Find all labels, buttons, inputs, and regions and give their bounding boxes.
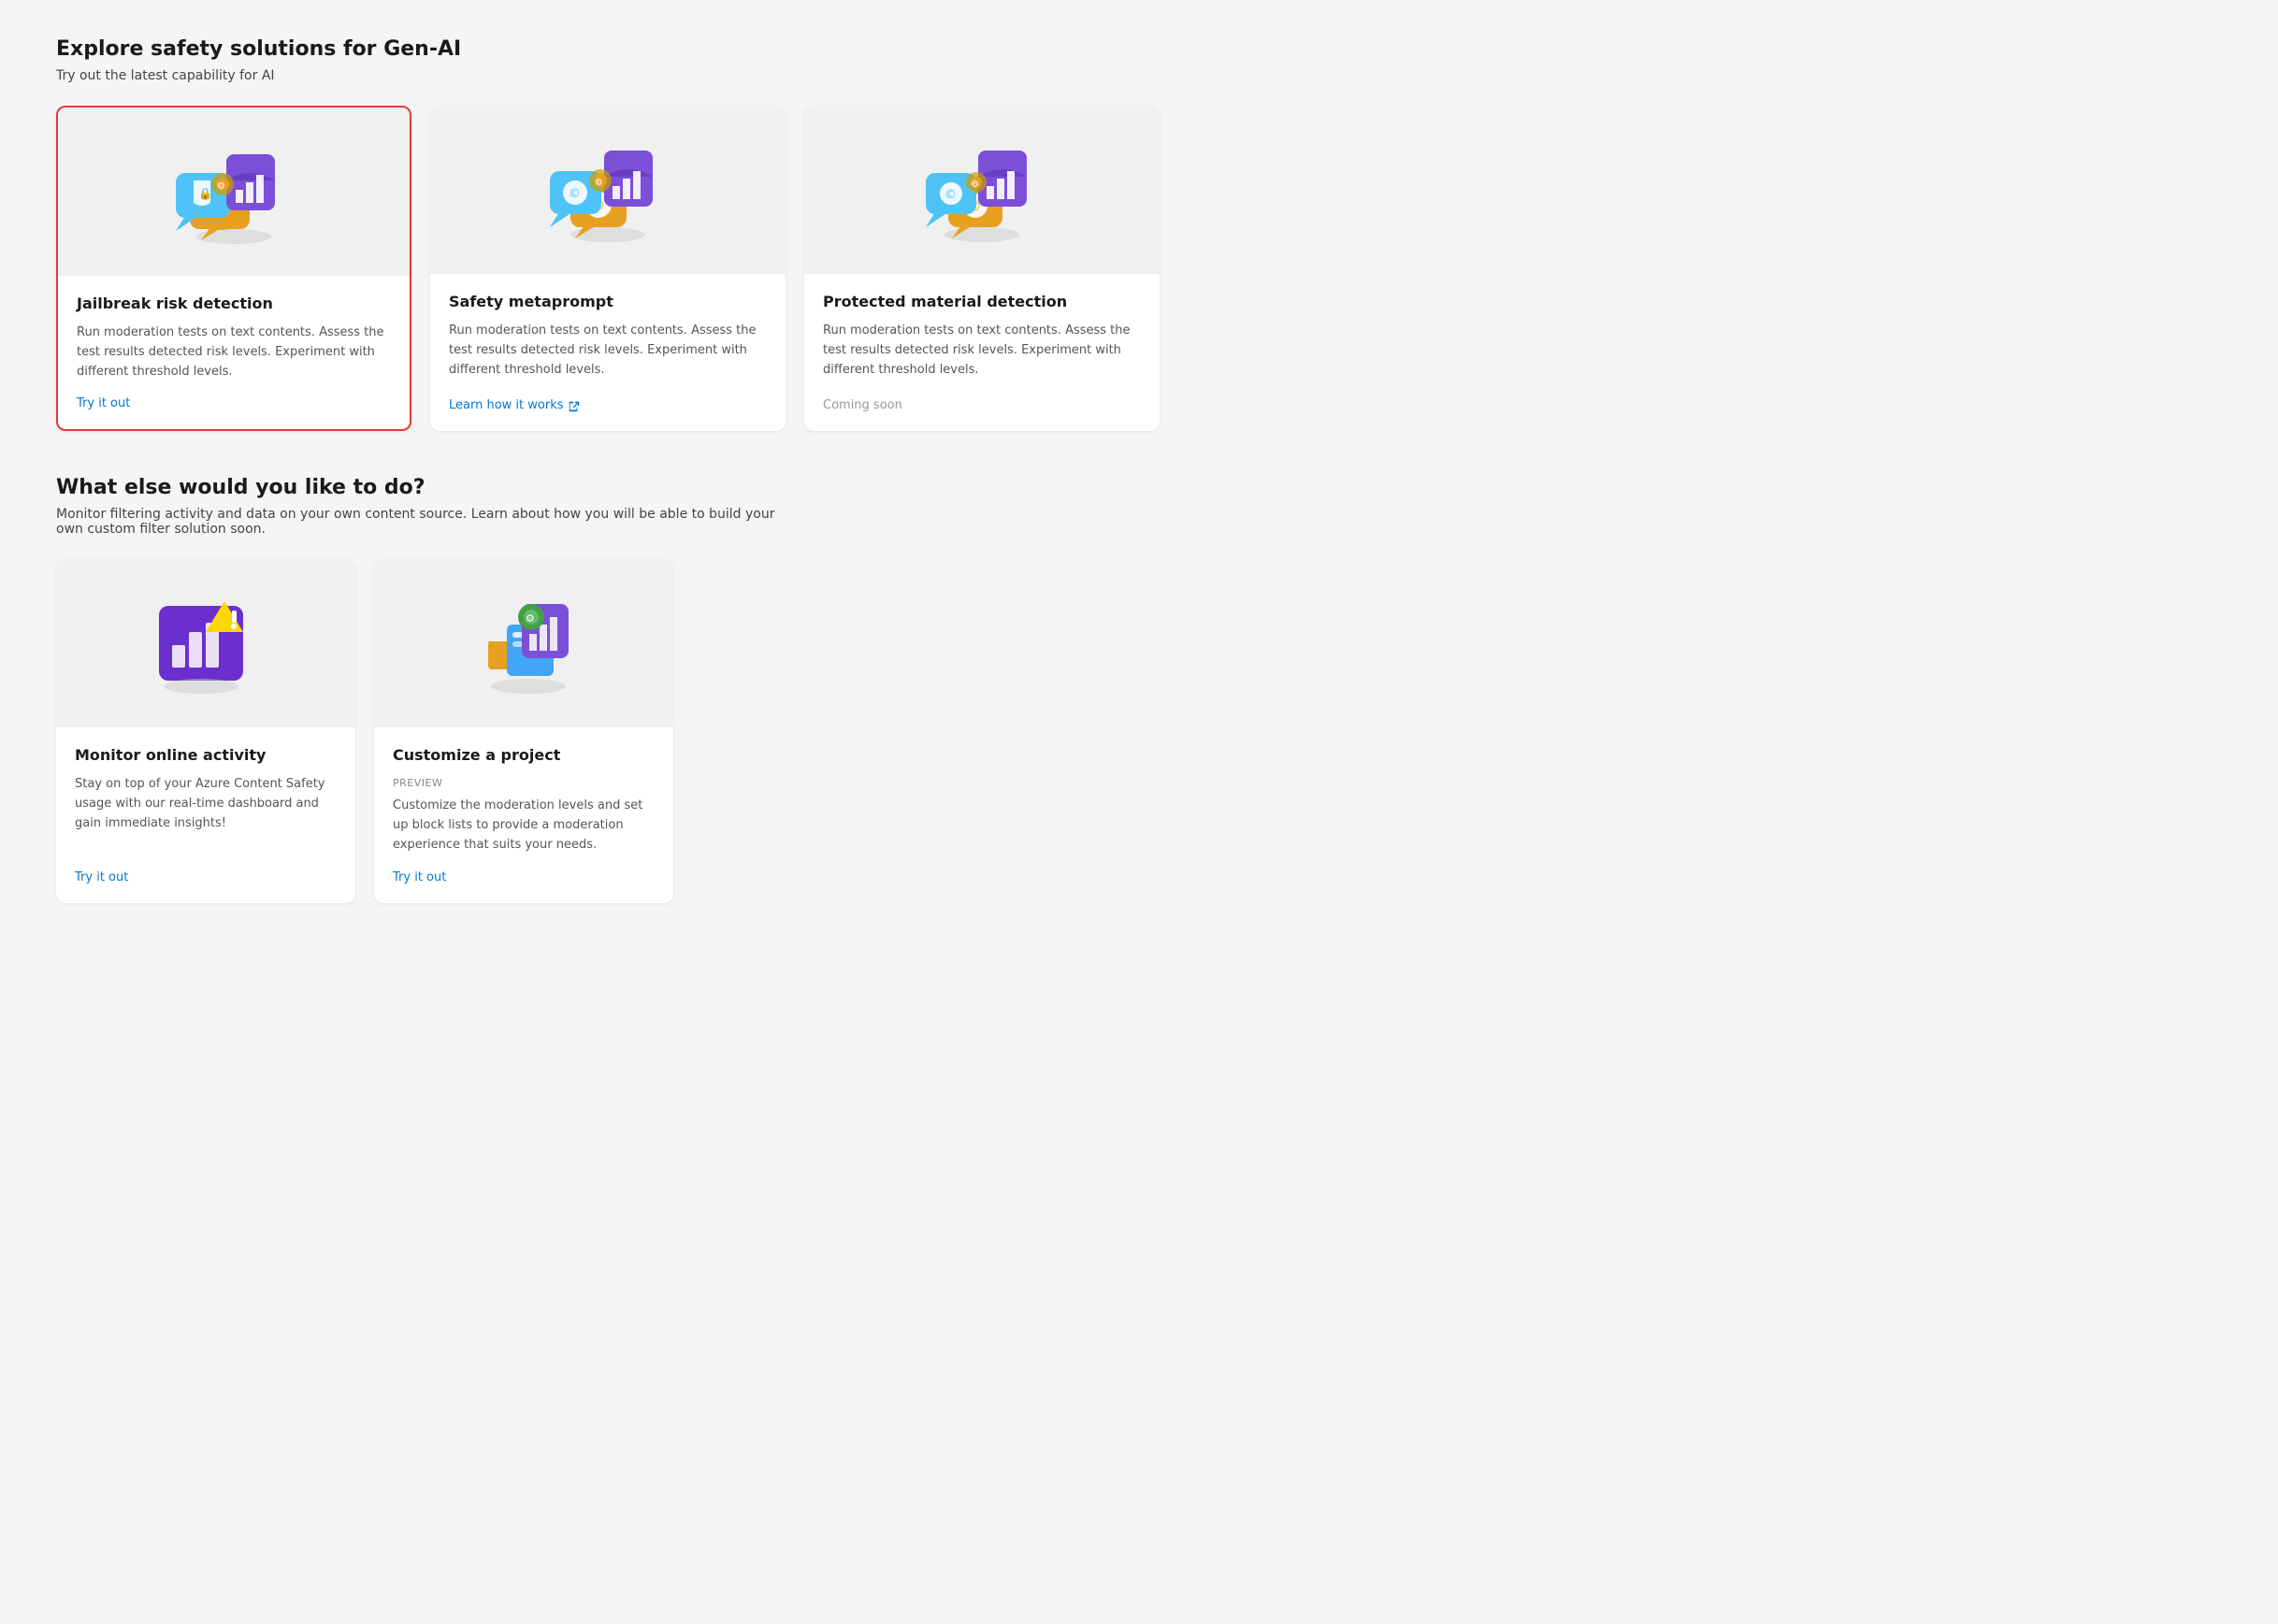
customize-card-description: Customize the moderation levels and set … [393, 797, 655, 855]
safety-metaprompt-learn-link[interactable]: Learn how it works [449, 398, 767, 412]
customize-card-title: Customize a project [393, 746, 655, 764]
monitor-card[interactable]: Monitor online activity Stay on top of y… [56, 559, 355, 902]
monitor-card-title: Monitor online activity [75, 746, 337, 764]
protected-material-card-title: Protected material detection [823, 293, 1141, 310]
svg-text:⚙: ⚙ [595, 178, 603, 188]
section2-cards-row: Monitor online activity Stay on top of y… [56, 559, 2222, 902]
safety-metaprompt-card-description: Run moderation tests on text contents. A… [449, 322, 767, 383]
svg-text:©: © [944, 188, 957, 202]
section2-title: What else would you like to do? [56, 476, 2222, 499]
protected-material-card-body: Protected material detection Run moderat… [804, 274, 1160, 431]
svg-text:⚙: ⚙ [526, 612, 535, 625]
safety-metaprompt-card-image: © © ⚙ [430, 106, 786, 274]
safety-metaprompt-card-title: Safety metaprompt [449, 293, 767, 310]
customize-card-image: ⚙ [374, 559, 673, 727]
monitor-card-image [56, 559, 355, 727]
section1-subtitle: Try out the latest capability for AI [56, 68, 2222, 83]
jailbreak-card-title: Jailbreak risk detection [77, 295, 391, 312]
jailbreak-try-it-out-link[interactable]: Try it out [77, 396, 391, 410]
customize-card[interactable]: ⚙ Customize a project PREVIEW Customize … [374, 559, 673, 902]
svg-text:©: © [569, 187, 581, 201]
customize-illustration: ⚙ [449, 578, 598, 709]
protected-material-illustration: © © ⚙ [907, 124, 1057, 255]
section1-cards-row: 🔒 ⚙ Jailbreak risk detection Run moderat… [56, 106, 2222, 431]
monitor-card-description: Stay on top of your Azure Content Safety… [75, 775, 337, 855]
jailbreak-card-image: 🔒 ⚙ [58, 108, 410, 276]
customize-card-body: Customize a project PREVIEW Customize th… [374, 727, 673, 902]
svg-text:⚙: ⚙ [217, 181, 225, 192]
jailbreak-card[interactable]: 🔒 ⚙ Jailbreak risk detection Run moderat… [56, 106, 411, 431]
safety-metaprompt-card-body: Safety metaprompt Run moderation tests o… [430, 274, 786, 431]
section2: What else would you like to do? Monitor … [56, 476, 2222, 902]
jailbreak-card-body: Jailbreak risk detection Run moderation … [58, 276, 410, 429]
svg-text:⚙: ⚙ [971, 180, 979, 190]
monitor-card-body: Monitor online activity Stay on top of y… [56, 727, 355, 902]
safety-metaprompt-card[interactable]: © © ⚙ Safety metaprompt Run moderation [430, 106, 786, 431]
protected-material-card-image: © © ⚙ [804, 106, 1160, 274]
section1-title: Explore safety solutions for Gen-AI [56, 37, 2222, 61]
monitor-try-it-out-link[interactable]: Try it out [75, 870, 337, 884]
external-link-icon [568, 399, 581, 412]
protected-material-card[interactable]: © © ⚙ Protected material detection Run [804, 106, 1160, 431]
monitor-illustration [131, 578, 281, 709]
safety-metaprompt-illustration: © © ⚙ [533, 124, 683, 255]
protected-material-card-description: Run moderation tests on text contents. A… [823, 322, 1141, 383]
section2-subtitle: Monitor filtering activity and data on y… [56, 507, 804, 537]
customize-card-badge: PREVIEW [393, 777, 655, 789]
customize-try-it-out-link[interactable]: Try it out [393, 870, 655, 884]
jailbreak-card-description: Run moderation tests on text contents. A… [77, 323, 391, 381]
svg-text:🔒: 🔒 [198, 187, 212, 200]
jailbreak-illustration: 🔒 ⚙ [159, 126, 309, 257]
protected-material-coming-soon: Coming soon [823, 398, 1141, 412]
